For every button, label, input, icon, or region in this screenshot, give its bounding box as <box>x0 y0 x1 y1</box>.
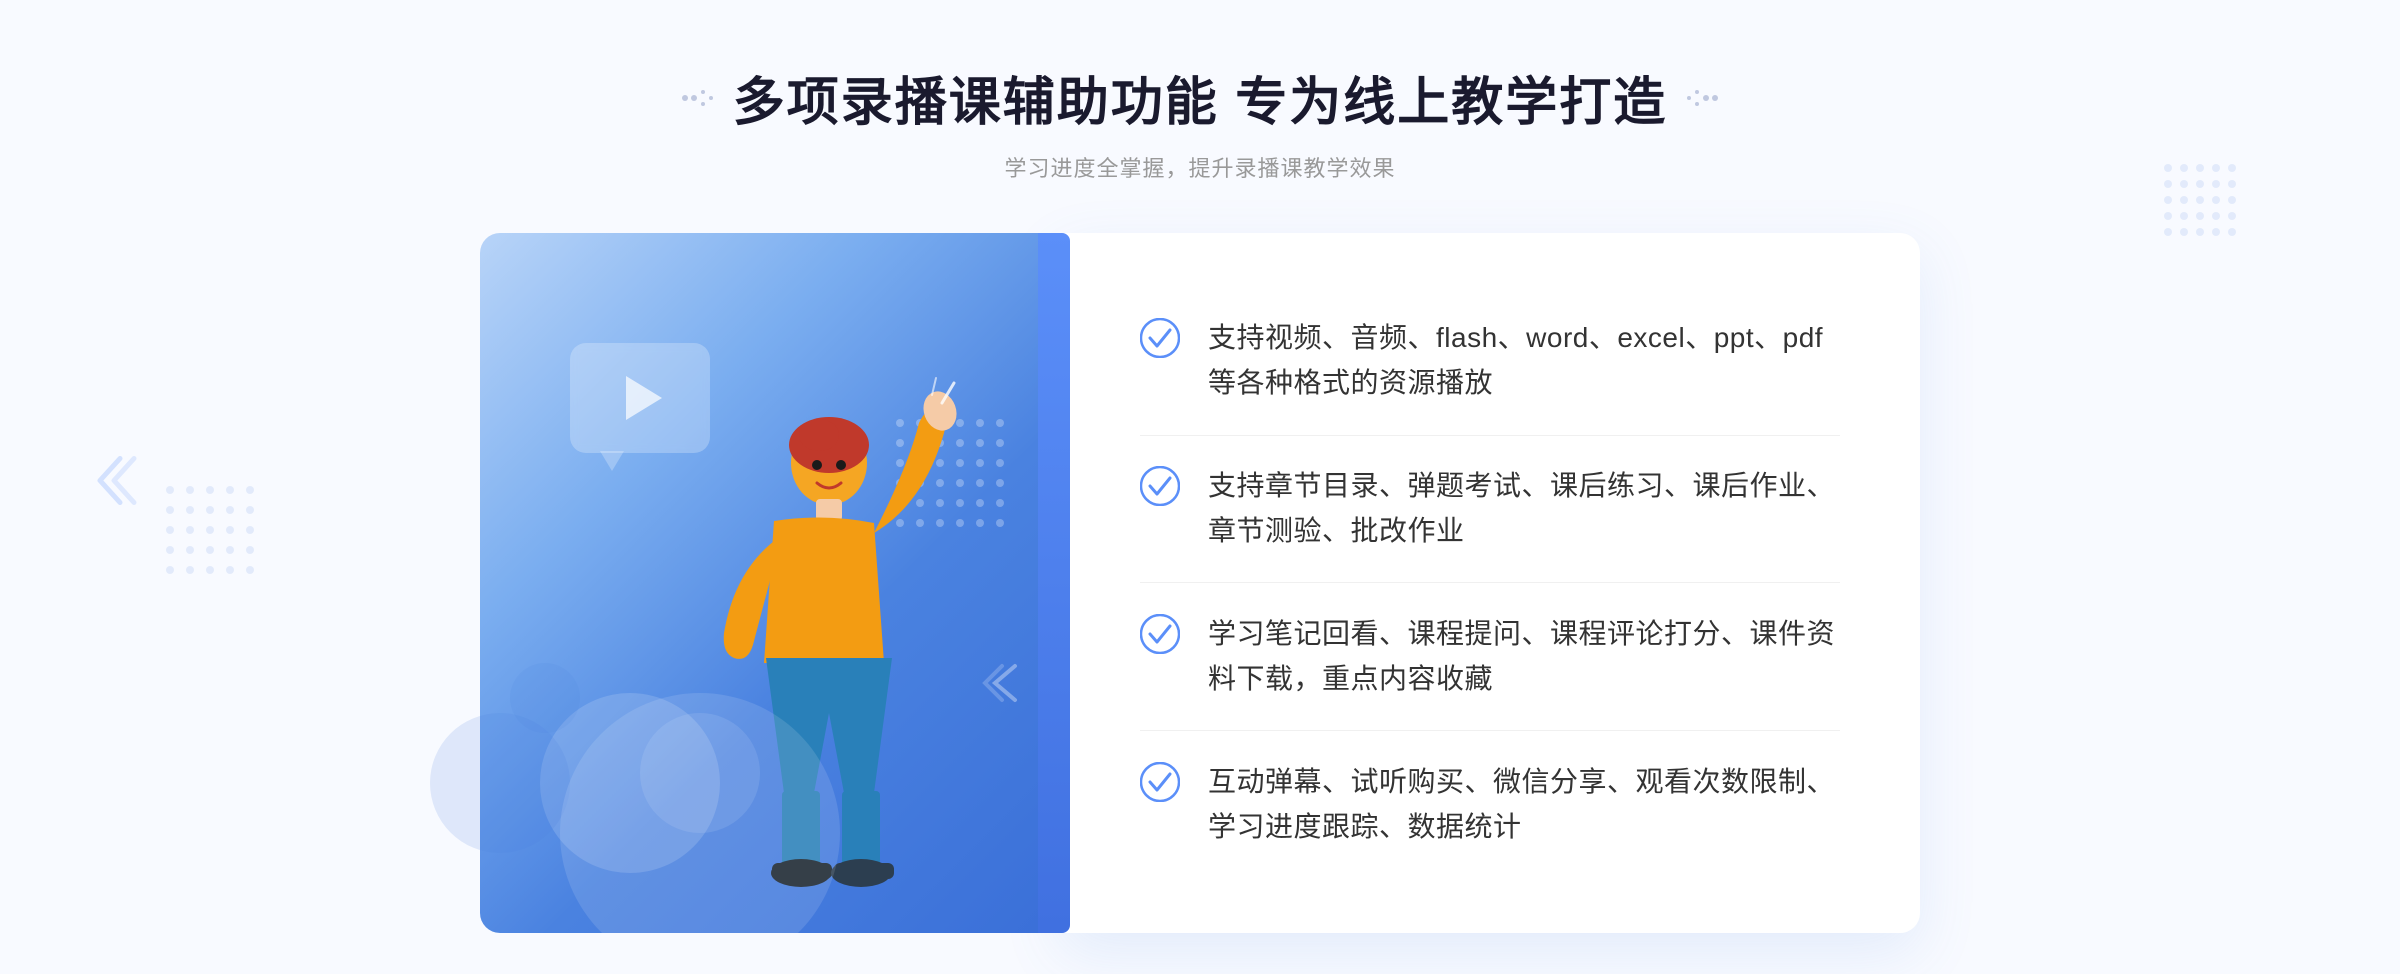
deco-chevrons <box>980 658 1030 713</box>
check-icon-1 <box>1140 318 1180 358</box>
divider-2 <box>1140 582 1840 583</box>
subtitle: 学习进度全掌握，提升录播课教学效果 <box>681 151 1719 183</box>
right-decorator <box>1687 88 1719 108</box>
feature-text-3: 学习笔记回看、课程提问、课程评论打分、课件资料下载，重点内容收藏 <box>1208 612 1840 702</box>
content-section: 支持视频、音频、flash、word、excel、ppt、pdf等各种格式的资源… <box>480 233 1920 933</box>
right-panel: 支持视频、音频、flash、word、excel、ppt、pdf等各种格式的资源… <box>1060 233 1920 933</box>
feature-text-2: 支持章节目录、弹题考试、课后练习、课后作业、章节测验、批改作业 <box>1208 464 1840 554</box>
feature-text-1: 支持视频、音频、flash、word、excel、ppt、pdf等各种格式的资源… <box>1208 316 1840 406</box>
feature-item-2: 支持章节目录、弹题考试、课后练习、课后作业、章节测验、批改作业 <box>1140 446 1840 572</box>
feature-text-4: 互动弹幕、试听购买、微信分享、观看次数限制、学习进度跟踪、数据统计 <box>1208 760 1840 850</box>
bg-dots-top-right <box>2160 160 2240 245</box>
blue-accent-bar <box>1038 233 1070 933</box>
feature-item-4: 互动弹幕、试听购买、微信分享、观看次数限制、学习进度跟踪、数据统计 <box>1140 742 1840 868</box>
left-panel <box>480 233 1060 933</box>
divider-3 <box>1140 730 1840 731</box>
header-section: 多项录播课辅助功能 专为线上教学打造 学习进度全掌握，提升录播课教学效果 <box>681 60 1719 183</box>
check-icon-2 <box>1140 466 1180 506</box>
check-icon-3 <box>1140 614 1180 654</box>
chevron-left-decoration <box>90 451 140 524</box>
blue-circle-left <box>430 713 570 853</box>
feature-item-3: 学习笔记回看、课程提问、课程评论打分、课件资料下载，重点内容收藏 <box>1140 594 1840 720</box>
bg-dots-mid-left <box>160 480 260 585</box>
check-icon-4 <box>1140 762 1180 802</box>
page-wrapper: 多项录播课辅助功能 专为线上教学打造 学习进度全掌握，提升录播课教学效果 <box>0 0 2400 974</box>
left-decorator <box>681 88 713 108</box>
feature-item-1: 支持视频、音频、flash、word、excel、ppt、pdf等各种格式的资源… <box>1140 298 1840 424</box>
blue-circle-small <box>510 663 580 733</box>
title-row: 多项录播课辅助功能 专为线上教学打造 <box>681 60 1719 135</box>
divider-1 <box>1140 435 1840 436</box>
illustration-figure <box>634 373 974 933</box>
main-title: 多项录播课辅助功能 专为线上教学打造 <box>733 60 1667 135</box>
